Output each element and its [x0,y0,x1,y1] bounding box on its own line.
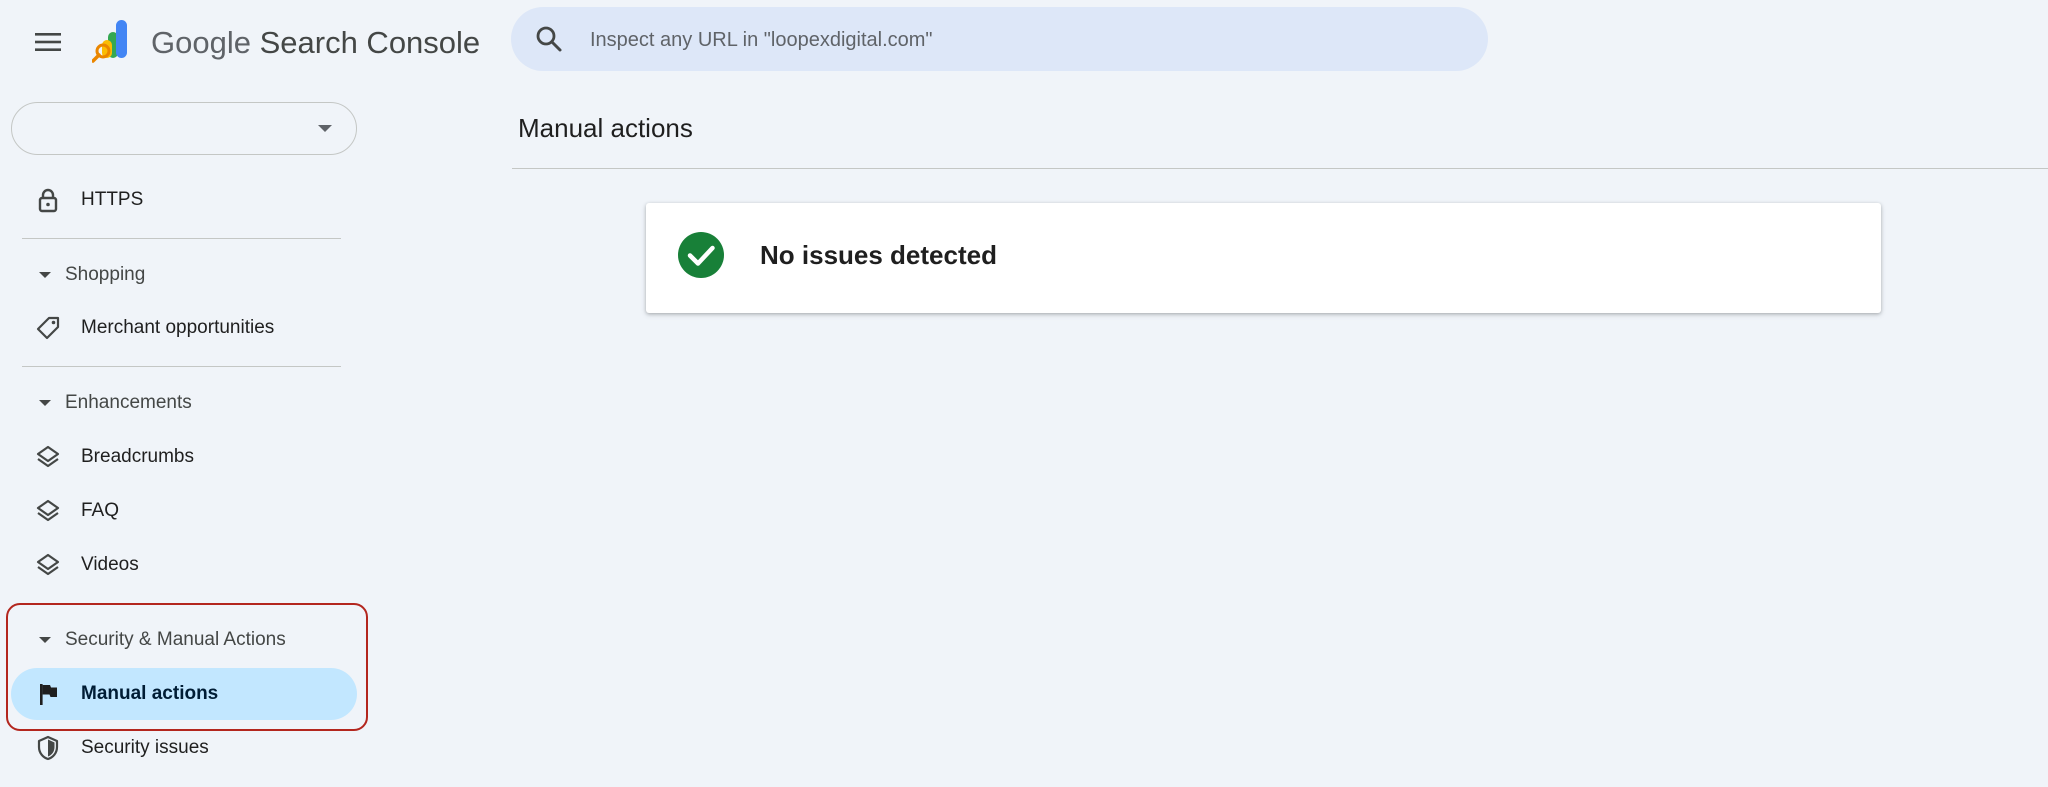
lock-icon [38,188,58,213]
dropdown-arrow-icon [318,125,332,132]
search-icon[interactable] [535,25,563,53]
sidebar-item-label: Merchant opportunities [81,317,275,338]
sidebar-item-label: HTTPS [81,189,144,210]
caret-down-icon [39,272,51,278]
status-card: No issues detected [646,203,1881,313]
sidebar-item-manual-actions[interactable]: Manual actions [11,668,357,720]
layers-icon [36,553,60,576]
property-selector[interactable] [11,102,357,155]
status-message: No issues detected [760,240,997,270]
sidebar-item-label: Videos [81,554,139,575]
sidebar-item-https[interactable]: HTTPS [11,174,357,226]
section-label: Security & Manual Actions [65,629,286,650]
section-header-shopping[interactable]: Shopping [11,252,357,298]
section-label: Shopping [65,264,146,285]
app-brand: Google [151,25,251,60]
sidebar-item-videos[interactable]: Videos [11,539,357,591]
sidebar-item-faq[interactable]: FAQ [11,485,357,537]
hamburger-menu-icon [35,33,61,51]
caret-down-icon [39,637,51,643]
sidebar-divider [22,366,341,367]
sidebar-divider [22,238,341,239]
url-inspection-search-bar[interactable] [511,7,1488,73]
app-title: Google Search Console [151,22,480,64]
main-menu-button[interactable] [28,22,68,62]
sidebar-item-security-issues[interactable]: Security issues [11,722,357,774]
caret-down-icon [39,400,51,406]
sidebar-item-label: Security issues [81,737,209,758]
section-header-enhancements[interactable]: Enhancements [11,380,357,426]
app-name: Search Console [259,25,481,60]
sidebar-item-label: Manual actions [81,683,219,704]
section-label: Enhancements [65,392,192,413]
page-title: Manual actions [518,113,693,143]
search-console-logo-icon[interactable] [92,18,138,64]
url-inspection-input[interactable] [588,7,1472,73]
check-circle-icon [678,232,724,278]
page-title-divider [512,168,2048,169]
sidebar-item-breadcrumbs[interactable]: Breadcrumbs [11,431,357,483]
section-header-security-manual-actions[interactable]: Security & Manual Actions [11,617,357,663]
sidebar-item-label: Breadcrumbs [81,446,194,467]
sidebar-item-merchant-opportunities[interactable]: Merchant opportunities [11,302,357,354]
layers-icon [36,445,60,468]
tag-icon [36,316,60,340]
layers-icon [36,499,60,522]
flag-icon [40,684,57,705]
sidebar-item-label: FAQ [81,500,120,521]
shield-icon [37,735,59,761]
